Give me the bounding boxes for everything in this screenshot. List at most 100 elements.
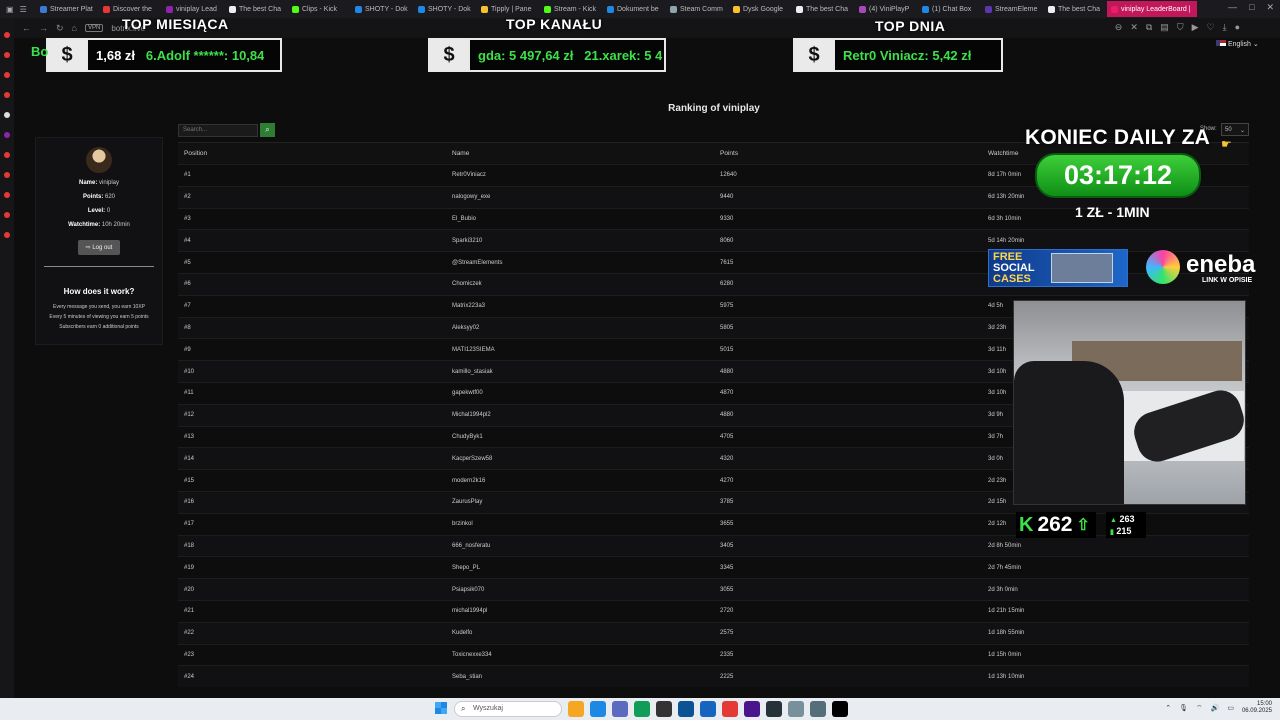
column-header-position[interactable]: Position bbox=[178, 150, 452, 157]
browser-tab[interactable]: Dysk Google bbox=[729, 1, 791, 17]
taskbar-app-icon[interactable] bbox=[568, 701, 584, 717]
minimize-icon[interactable]: — bbox=[1228, 2, 1237, 13]
cell-name: Aleksyy02 bbox=[452, 324, 480, 331]
banner-text: Retr0 Viniacz: 5,42 zł bbox=[843, 47, 972, 63]
eneba-name: eneba bbox=[1186, 251, 1256, 278]
taskbar-clock[interactable]: 15:00 06.09.2025 bbox=[1242, 701, 1272, 715]
sidebar-app-icon[interactable] bbox=[4, 72, 10, 78]
browser-tab[interactable]: Dokument be bbox=[603, 1, 665, 17]
search-icon: ⌕ bbox=[461, 704, 466, 713]
browser-tab[interactable]: (4) ViniPlayP bbox=[855, 1, 917, 17]
tab-favicon-icon bbox=[40, 5, 47, 13]
browser-tab[interactable]: The best Cha bbox=[225, 1, 287, 17]
taskbar-app-icon[interactable] bbox=[634, 701, 650, 717]
sidebar-app-icon[interactable] bbox=[4, 192, 10, 198]
taskbar-app-icon[interactable] bbox=[678, 701, 694, 717]
taskbar-search[interactable]: ⌕ Wyszukaj bbox=[454, 701, 562, 717]
taskbar-app-icon[interactable] bbox=[744, 701, 760, 717]
cell-points: 3655 bbox=[720, 521, 734, 528]
sidebar-app-icon[interactable] bbox=[4, 32, 10, 38]
cell-position: #21 bbox=[184, 608, 195, 615]
search-input[interactable]: Search... bbox=[178, 124, 258, 137]
logout-button[interactable]: ⇨ Log out bbox=[77, 240, 121, 255]
taskbar-app-icon[interactable] bbox=[656, 701, 672, 717]
forward-icon[interactable]: → bbox=[39, 23, 48, 33]
tab-label: The best Cha bbox=[806, 5, 849, 13]
taskbar-app-icon[interactable] bbox=[612, 701, 628, 717]
tab-favicon-icon bbox=[355, 5, 362, 13]
profile-card: Name: viniplay Points: 620 Level: 0 Watc… bbox=[35, 137, 163, 345]
mic-icon[interactable]: 🎙 bbox=[1179, 704, 1188, 712]
download-icon[interactable]: ⤓ bbox=[1223, 22, 1227, 33]
browser-tab[interactable]: Steam Comm bbox=[666, 1, 728, 17]
cell-points: 3405 bbox=[720, 542, 734, 549]
sidebar-app-icon[interactable] bbox=[4, 92, 10, 98]
sidebar-app-icon[interactable] bbox=[4, 172, 10, 178]
person-icon: ▲ bbox=[1110, 517, 1117, 524]
reload-icon[interactable]: ↻ bbox=[56, 23, 64, 34]
sidebar-app-icon[interactable] bbox=[4, 132, 10, 138]
cell-name: MATI123SIEMA bbox=[452, 346, 495, 353]
cell-watchtime: 5d 14h 20min bbox=[988, 237, 1025, 244]
shield-icon[interactable]: ⛉ bbox=[1177, 22, 1184, 33]
search-button[interactable]: ⌕ bbox=[260, 123, 275, 137]
cell-name: brzinkol bbox=[452, 521, 473, 528]
sidebar-app-icon[interactable] bbox=[4, 232, 10, 238]
zoom-icon[interactable]: ⊖ bbox=[1115, 22, 1123, 33]
cell-position: #23 bbox=[184, 651, 195, 658]
show-count-select[interactable]: 50 ⌄ bbox=[1221, 123, 1249, 136]
taskbar-app-icon[interactable] bbox=[722, 701, 738, 717]
close-tab-icon[interactable]: ✕ bbox=[1130, 22, 1138, 33]
column-header-points[interactable]: Points bbox=[720, 150, 988, 157]
profile-icon[interactable]: ● bbox=[1235, 22, 1240, 33]
start-icon[interactable] bbox=[435, 702, 447, 714]
browser-tab[interactable]: Streamer Plat bbox=[36, 1, 98, 17]
chevron-up-icon[interactable]: ⌃ bbox=[1165, 704, 1171, 712]
browser-tab[interactable]: SHOTY - Dok bbox=[351, 1, 413, 17]
browser-tab[interactable]: Stream - Kick bbox=[540, 1, 602, 17]
play-icon[interactable]: ▶ bbox=[1192, 22, 1199, 33]
viewer-stats: ▲ 263 ▮ 215 bbox=[1106, 512, 1146, 538]
workspaces-icon[interactable]: ▣ bbox=[6, 5, 14, 14]
table-row: #20 Psiapsik070 3055 2d 3h 0min bbox=[178, 578, 1249, 600]
browser-tab[interactable]: Clips - Kick bbox=[288, 1, 350, 17]
home-icon[interactable]: ⌂ bbox=[72, 23, 77, 33]
browser-tab[interactable]: The best Cha bbox=[1044, 1, 1106, 17]
dollar-icon: $ bbox=[795, 38, 835, 72]
browser-tab[interactable]: viniplay Lead bbox=[162, 1, 224, 17]
sidebar-app-icon[interactable] bbox=[4, 52, 10, 58]
eneba-logo bbox=[1146, 250, 1180, 284]
back-icon[interactable]: ← bbox=[22, 23, 31, 33]
wifi-icon[interactable]: ⌔ bbox=[1196, 704, 1203, 713]
system-tray: ⌃ 🎙 ⌔ 🔊 ▭ 15:00 06.09.2025 bbox=[1165, 701, 1272, 715]
sidebar-app-icon[interactable] bbox=[4, 152, 10, 158]
tab-label: Steam Comm bbox=[680, 5, 723, 13]
maximize-icon[interactable]: □ bbox=[1249, 2, 1254, 13]
battery-icon[interactable]: ▭ bbox=[1227, 704, 1234, 712]
browser-tab[interactable]: SHOTY - Dok bbox=[414, 1, 476, 17]
tabs-icon[interactable]: ☰ bbox=[20, 5, 27, 14]
taskbar-app-icon[interactable] bbox=[810, 701, 826, 717]
taskbar-app-icon[interactable] bbox=[788, 701, 804, 717]
screenshot-icon[interactable]: ⧉ bbox=[1146, 22, 1152, 33]
browser-tab[interactable]: StreamEleme bbox=[981, 1, 1043, 17]
browser-tab[interactable]: viniplay LeaderBoard | bbox=[1107, 1, 1197, 17]
heart-icon[interactable]: ♡ bbox=[1207, 22, 1215, 33]
browser-tab[interactable]: Discover the bbox=[99, 1, 161, 17]
wallet-icon[interactable]: ▤ bbox=[1160, 22, 1169, 33]
language-selector[interactable]: English ⌄ bbox=[1216, 40, 1259, 48]
browser-tab[interactable]: (1) Chat Box bbox=[918, 1, 980, 17]
sidebar-app-icon[interactable] bbox=[4, 212, 10, 218]
browser-tab[interactable]: The best Cha bbox=[792, 1, 854, 17]
taskbar-app-icon[interactable] bbox=[590, 701, 606, 717]
taskbar-app-icon[interactable] bbox=[700, 701, 716, 717]
browser-tab[interactable]: Tipply | Pane bbox=[477, 1, 539, 17]
taskbar-app-icon[interactable] bbox=[766, 701, 782, 717]
taskbar-app-icon[interactable] bbox=[832, 701, 848, 717]
tab-label: SHOTY - Dok bbox=[428, 5, 471, 13]
column-header-name[interactable]: Name bbox=[452, 150, 720, 157]
vpn-badge[interactable]: VPN bbox=[84, 24, 104, 32]
volume-icon[interactable]: 🔊 bbox=[1211, 704, 1220, 712]
close-icon[interactable]: ✕ bbox=[1266, 2, 1274, 13]
flag-icon bbox=[1216, 40, 1226, 46]
